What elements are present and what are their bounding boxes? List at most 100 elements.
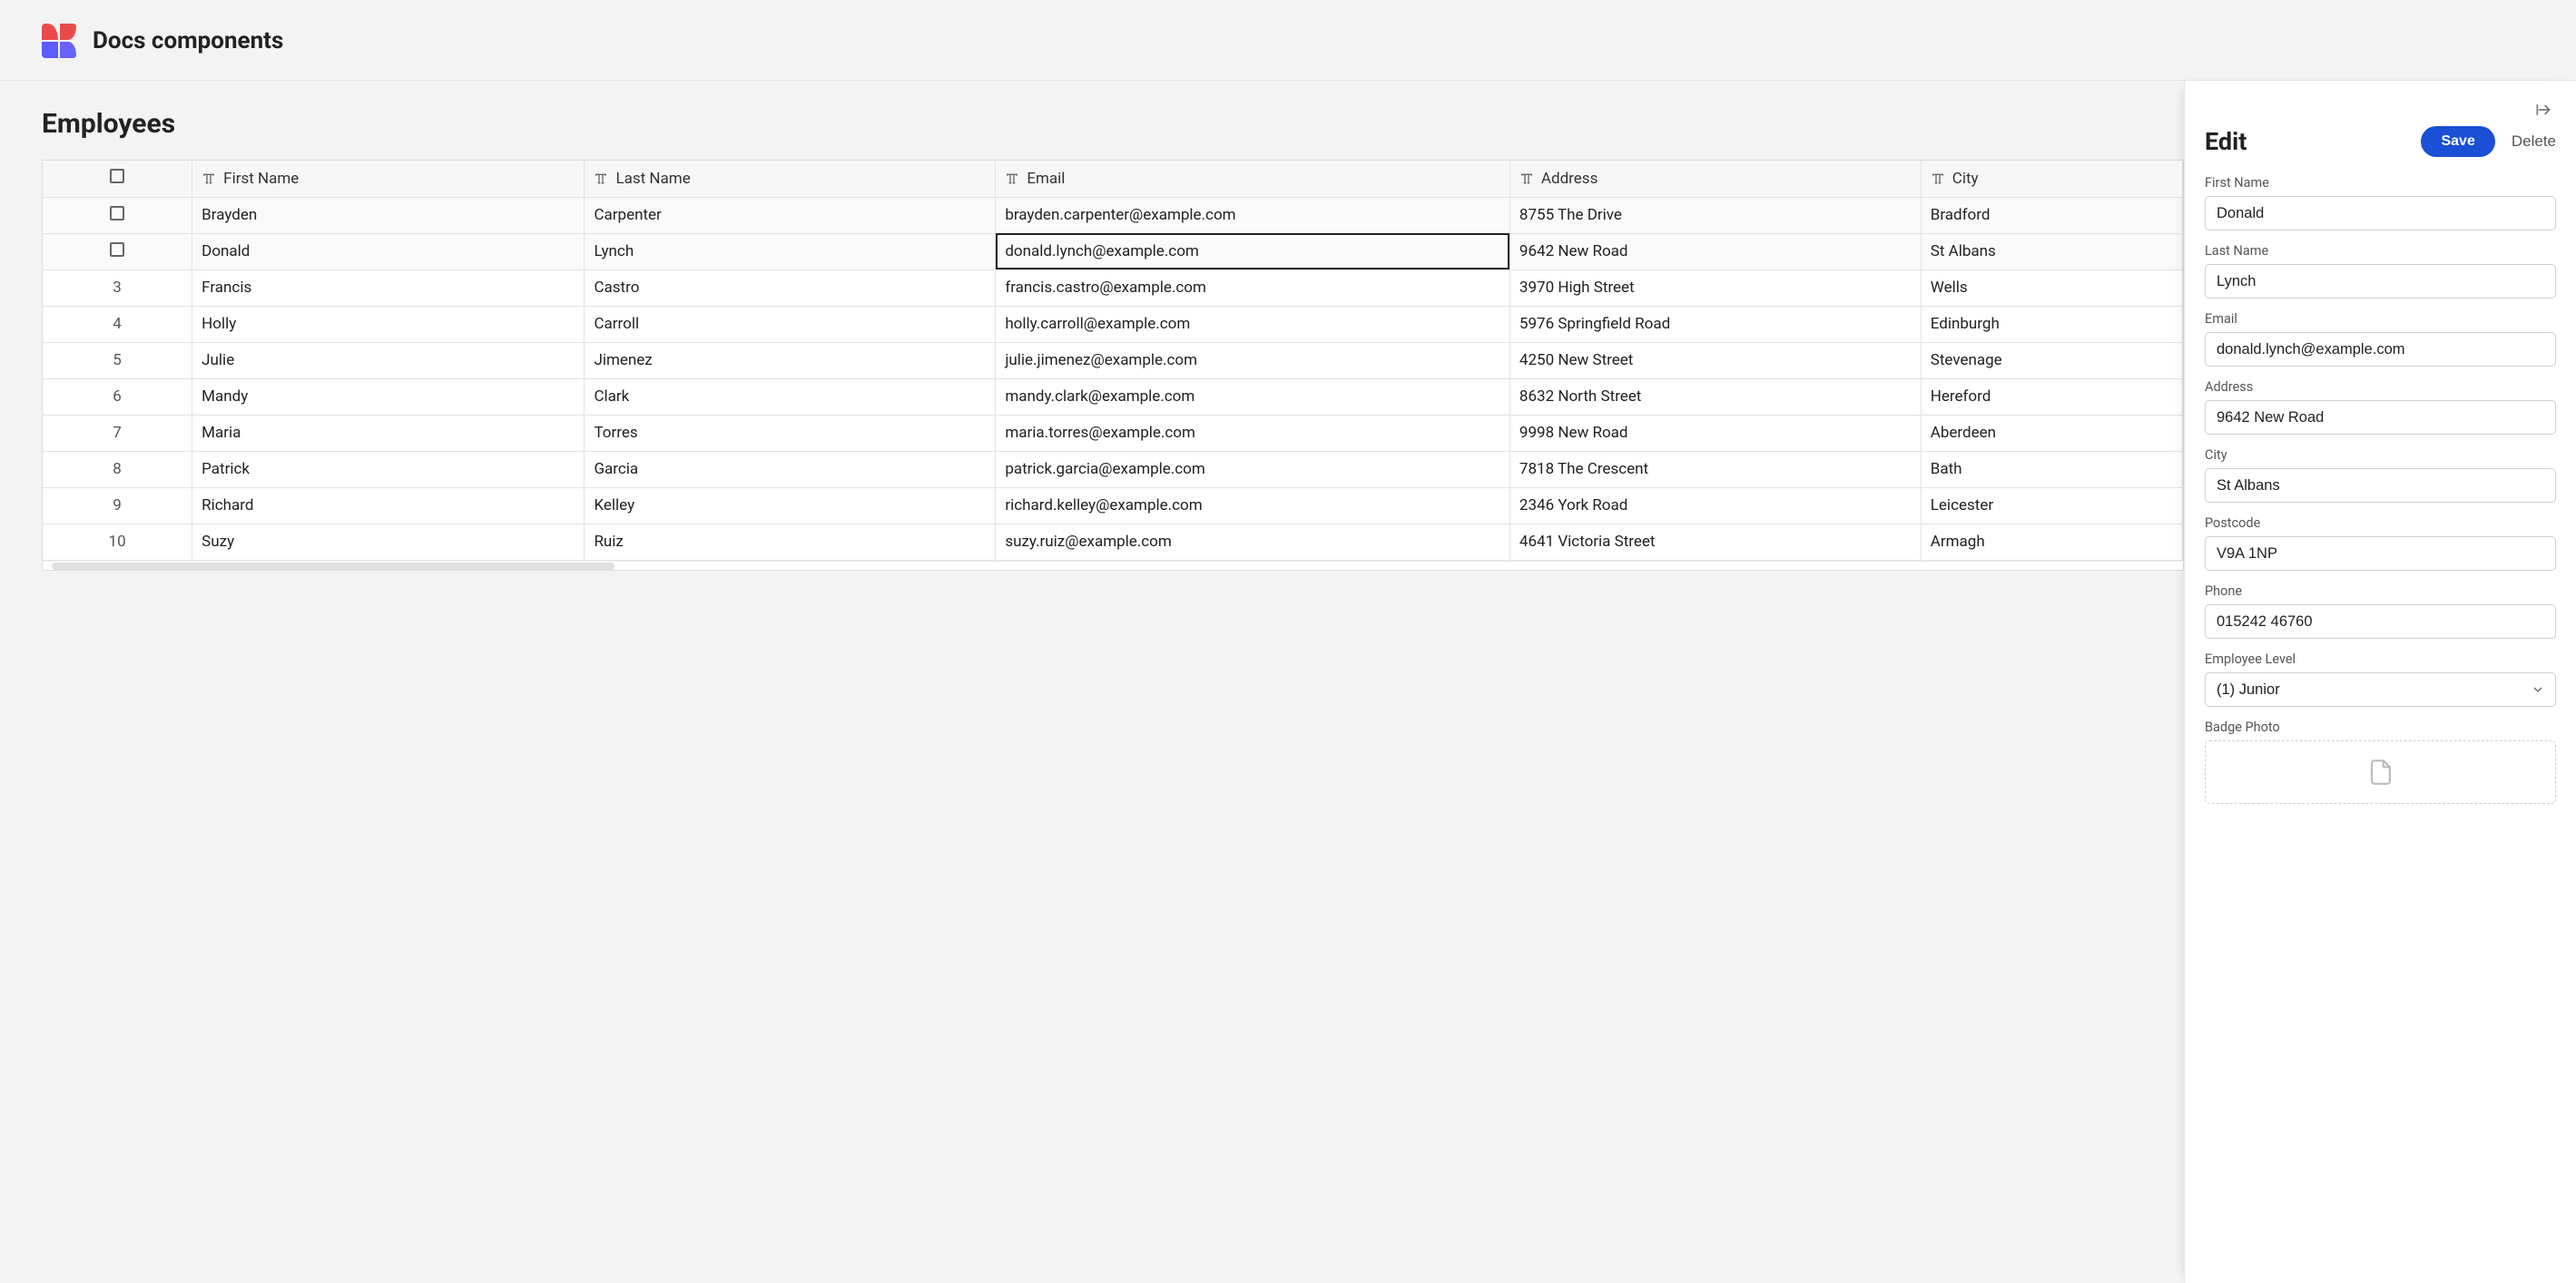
cell-address[interactable]: 9642 New Road <box>1509 233 1921 269</box>
header-select-all[interactable] <box>43 161 192 197</box>
cell-city[interactable]: Bradford <box>1921 197 2182 233</box>
cell-city[interactable]: Bath <box>1921 451 2182 487</box>
email-input[interactable] <box>2205 332 2556 367</box>
cell-address[interactable]: 9998 New Road <box>1509 415 1921 451</box>
cell-first-name[interactable]: Holly <box>192 306 585 342</box>
cell-last-name[interactable]: Garcia <box>585 451 996 487</box>
row-selector-cell[interactable]: 7 <box>43 415 192 451</box>
column-header-last-name[interactable]: Last Name <box>585 161 996 197</box>
cell-city[interactable]: Hereford <box>1921 378 2182 415</box>
last-name-label: Last Name <box>2205 243 2556 259</box>
cell-address[interactable]: 2346 York Road <box>1509 487 1921 524</box>
cell-address[interactable]: 7818 The Crescent <box>1509 451 1921 487</box>
cell-city[interactable]: Stevenage <box>1921 342 2182 378</box>
row-selector-cell[interactable]: 8 <box>43 451 192 487</box>
employee-level-select[interactable] <box>2205 672 2556 707</box>
cell-first-name[interactable]: Donald <box>192 233 585 269</box>
cell-first-name[interactable]: Mandy <box>192 378 585 415</box>
cell-first-name[interactable]: Suzy <box>192 524 585 560</box>
cell-last-name[interactable]: Carpenter <box>585 197 996 233</box>
cell-first-name[interactable]: Maria <box>192 415 585 451</box>
cell-address[interactable]: 5976 Springfield Road <box>1509 306 1921 342</box>
panel-title: Edit <box>2205 127 2247 156</box>
cell-first-name[interactable]: Julie <box>192 342 585 378</box>
last-name-input[interactable] <box>2205 264 2556 299</box>
table-row[interactable]: 4HollyCarrollholly.carroll@example.com59… <box>43 306 2183 342</box>
app-title: Docs components <box>93 27 283 54</box>
row-selector-cell[interactable]: 9 <box>43 487 192 524</box>
cell-email[interactable]: donald.lynch@example.com <box>996 233 1510 269</box>
column-header-first-name[interactable]: First Name <box>192 161 585 197</box>
cell-first-name[interactable]: Patrick <box>192 451 585 487</box>
cell-email[interactable]: patrick.garcia@example.com <box>996 451 1510 487</box>
table-row[interactable]: 6MandyClarkmandy.clark@example.com8632 N… <box>43 378 2183 415</box>
table-row[interactable]: 10SuzyRuizsuzy.ruiz@example.com4641 Vict… <box>43 524 2183 560</box>
table-row[interactable]: 5JulieJimenezjulie.jimenez@example.com42… <box>43 342 2183 378</box>
cell-city[interactable]: St Albans <box>1921 233 2182 269</box>
cell-city[interactable]: Edinburgh <box>1921 306 2182 342</box>
column-label: Address <box>1541 170 1598 188</box>
cell-last-name[interactable]: Carroll <box>585 306 996 342</box>
save-button[interactable]: Save <box>2421 126 2494 157</box>
cell-city[interactable]: Leicester <box>1921 487 2182 524</box>
collapse-panel-button[interactable] <box>2531 97 2556 122</box>
cell-last-name[interactable]: Lynch <box>585 233 996 269</box>
cell-email[interactable]: mandy.clark@example.com <box>996 378 1510 415</box>
column-label: Last Name <box>615 170 690 188</box>
postcode-input[interactable] <box>2205 536 2556 571</box>
table-row[interactable]: DonaldLynchdonald.lynch@example.com9642 … <box>43 233 2183 269</box>
collapse-icon <box>2534 101 2552 119</box>
cell-last-name[interactable]: Kelley <box>585 487 996 524</box>
table-row[interactable]: 8PatrickGarciapatrick.garcia@example.com… <box>43 451 2183 487</box>
page-title: Employees <box>42 108 2184 140</box>
cell-email[interactable]: brayden.carpenter@example.com <box>996 197 1510 233</box>
delete-button[interactable]: Delete <box>2512 132 2556 151</box>
row-selector-cell[interactable]: 3 <box>43 269 192 306</box>
badge-photo-dropzone[interactable] <box>2205 740 2556 804</box>
cell-address[interactable]: 4250 New Street <box>1509 342 1921 378</box>
column-header-email[interactable]: Email <box>996 161 1510 197</box>
cell-first-name[interactable]: Francis <box>192 269 585 306</box>
cell-city[interactable]: Wells <box>1921 269 2182 306</box>
employee-level-label: Employee Level <box>2205 651 2556 667</box>
cell-email[interactable]: francis.castro@example.com <box>996 269 1510 306</box>
column-header-address[interactable]: Address <box>1509 161 1921 197</box>
phone-label: Phone <box>2205 583 2556 599</box>
table-row[interactable]: 9RichardKelleyrichard.kelley@example.com… <box>43 487 2183 524</box>
row-selector-cell[interactable] <box>43 233 192 269</box>
cell-email[interactable]: maria.torres@example.com <box>996 415 1510 451</box>
column-header-city[interactable]: City <box>1921 161 2182 197</box>
cell-first-name[interactable]: Richard <box>192 487 585 524</box>
cell-city[interactable]: Aberdeen <box>1921 415 2182 451</box>
row-selector-cell[interactable]: 6 <box>43 378 192 415</box>
cell-email[interactable]: julie.jimenez@example.com <box>996 342 1510 378</box>
row-selector-cell[interactable]: 5 <box>43 342 192 378</box>
cell-email[interactable]: suzy.ruiz@example.com <box>996 524 1510 560</box>
table-row[interactable]: 7MariaTorresmaria.torres@example.com9998… <box>43 415 2183 451</box>
cell-city[interactable]: Armagh <box>1921 524 2182 560</box>
checkbox-icon <box>110 169 124 183</box>
cell-last-name[interactable]: Clark <box>585 378 996 415</box>
cell-last-name[interactable]: Castro <box>585 269 996 306</box>
cell-email[interactable]: holly.carroll@example.com <box>996 306 1510 342</box>
phone-input[interactable] <box>2205 604 2556 639</box>
cell-last-name[interactable]: Torres <box>585 415 996 451</box>
row-selector-cell[interactable]: 4 <box>43 306 192 342</box>
horizontal-scrollbar[interactable] <box>43 561 2183 570</box>
row-selector-cell[interactable]: 10 <box>43 524 192 560</box>
first-name-input[interactable] <box>2205 196 2556 230</box>
cell-address[interactable]: 8632 North Street <box>1509 378 1921 415</box>
cell-address[interactable]: 8755 The Drive <box>1509 197 1921 233</box>
cell-last-name[interactable]: Jimenez <box>585 342 996 378</box>
row-selector-cell[interactable] <box>43 197 192 233</box>
address-input[interactable] <box>2205 400 2556 435</box>
city-input[interactable] <box>2205 468 2556 503</box>
address-label: Address <box>2205 379 2556 395</box>
cell-email[interactable]: richard.kelley@example.com <box>996 487 1510 524</box>
table-row[interactable]: 3FrancisCastrofrancis.castro@example.com… <box>43 269 2183 306</box>
cell-first-name[interactable]: Brayden <box>192 197 585 233</box>
cell-address[interactable]: 4641 Victoria Street <box>1509 524 1921 560</box>
table-row[interactable]: BraydenCarpenterbrayden.carpenter@exampl… <box>43 197 2183 233</box>
cell-last-name[interactable]: Ruiz <box>585 524 996 560</box>
cell-address[interactable]: 3970 High Street <box>1509 269 1921 306</box>
